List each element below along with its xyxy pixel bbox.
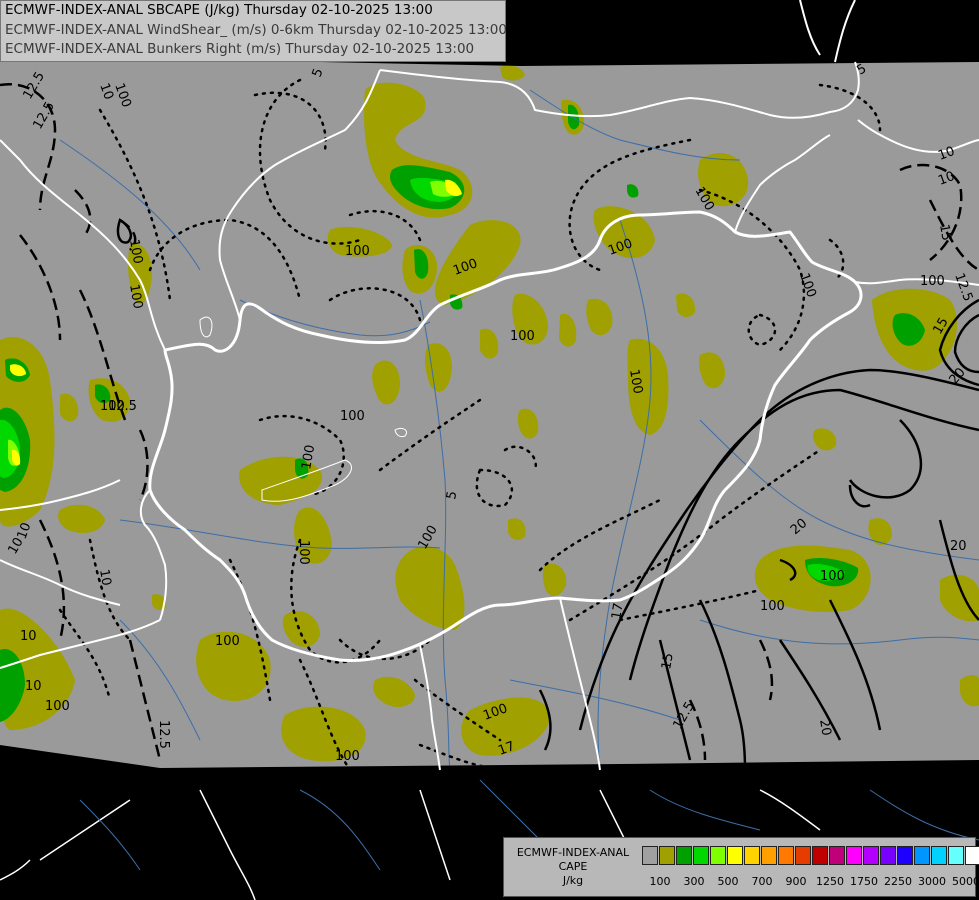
contour-label: 100 [345,244,370,259]
legend-tick-label: 1250 [816,875,844,888]
legend-swatch [948,846,964,865]
legend-swatch [795,846,811,865]
legend-field: CAPE [558,860,588,873]
legend-swatch [829,846,845,865]
legend-swatch [676,846,692,865]
legend-swatch [863,846,879,865]
contour-label: 100 [45,699,70,714]
legend-swatches [642,846,979,865]
legend-swatch [880,846,896,865]
legend-swatch [778,846,794,865]
title-windshear: ECMWF-INDEX-ANAL WindShear_ (m/s) 0-6km … [5,21,507,38]
contour-label: 100 [820,569,845,584]
contour-label: 100 [920,274,945,289]
legend-tick-label: 300 [683,875,705,888]
legend-tick-label: 500 [717,875,739,888]
legend-swatch [914,846,930,865]
contour-label: 10 [25,679,42,694]
legend-swatch [642,846,658,865]
legend-label: ECMWF-INDEX-ANAL CAPE J/kg [508,846,638,888]
legend-tick-label: 5000 [952,875,979,888]
legend-swatch [659,846,675,865]
legend-tick-label: 1750 [850,875,878,888]
legend-tick-label: 100 [649,875,671,888]
legend-tick-label: 900 [785,875,807,888]
contour-label: 12.5 [156,720,171,749]
cape-legend: ECMWF-INDEX-ANAL CAPE J/kg 100 300 500 700 9… [503,837,979,897]
legend-swatch [812,846,828,865]
contour-label: 100 [760,599,785,614]
legend-swatch [897,846,913,865]
map-title-box: ECMWF-INDEX-ANAL SBCAPE (J/kg) Thursday … [0,0,507,62]
legend-swatch [744,846,760,865]
legend-unit: J/kg [562,874,584,887]
model-domain [0,58,979,768]
legend-ticks: 100 300 500 700 900 1250 1750 2250 3000 5000 [644,875,979,889]
contour-label: 12.5 [108,399,137,414]
weather-map: 12.5 105 5101512.5101001001001001001001001… [0,0,979,900]
contour-label: 20 [816,718,834,737]
legend-swatch [693,846,709,865]
legend-swatch [965,846,979,865]
legend-swatch [846,846,862,865]
contour-label: 100 [296,540,311,565]
legend-swatch [761,846,777,865]
contour-label: 100 [335,749,360,764]
contour-label: 10 [96,568,114,587]
contour-label: 100 [215,634,240,649]
title-sbcape: ECMWF-INDEX-ANAL SBCAPE (J/kg) Thursday … [5,2,433,18]
contour-label: 15 [659,652,677,671]
legend-tick-label: 700 [751,875,773,888]
title-bunkers: ECMWF-INDEX-ANAL Bunkers Right (m/s) Thu… [5,41,475,57]
legend-swatch [727,846,743,865]
contour-label: 10 [20,629,37,644]
legend-model: ECMWF-INDEX-ANAL [516,846,630,859]
legend-swatch [931,846,947,865]
contour-label: 100 [340,409,365,424]
legend-tick-label: 2250 [884,875,912,888]
legend-swatch [710,846,726,865]
legend-tick-label: 3000 [918,875,946,888]
contour-label: 100 [510,329,535,344]
contour-label: 20 [950,539,967,554]
contour-label: 15 [936,223,954,242]
contour-label: 17 [609,602,627,621]
